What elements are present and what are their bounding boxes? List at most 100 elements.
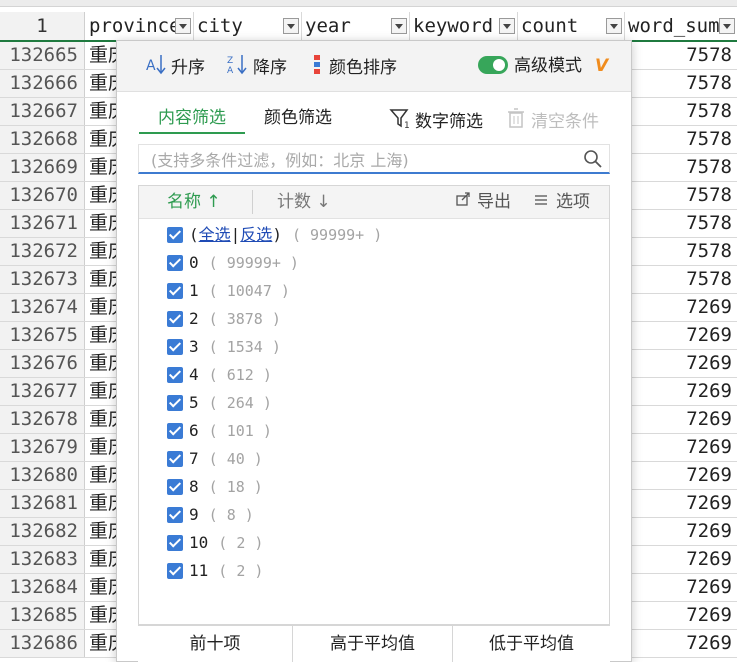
word-sum-cell[interactable]: 7269 bbox=[625, 434, 737, 461]
word-sum-cell[interactable]: 7578 bbox=[625, 42, 737, 69]
row-number[interactable]: 132682 bbox=[0, 518, 85, 545]
word-sum-cell[interactable]: 7578 bbox=[625, 210, 737, 237]
item-checkbox[interactable] bbox=[167, 366, 183, 383]
sort-by-count-button[interactable]: 计数 ↓ bbox=[277, 189, 331, 215]
above-average-button[interactable]: 高于平均值 bbox=[293, 626, 453, 662]
word-sum-cell[interactable]: 7578 bbox=[625, 154, 737, 181]
word-sum-cell[interactable]: 7269 bbox=[625, 518, 737, 545]
list-item[interactable]: 2 ( 3878 ) bbox=[167, 307, 281, 331]
filter-dropdown-icon[interactable] bbox=[283, 18, 299, 34]
word-sum-cell[interactable]: 7269 bbox=[625, 462, 737, 489]
word-sum-cell[interactable]: 7578 bbox=[625, 98, 737, 125]
row-number[interactable]: 132671 bbox=[0, 210, 85, 237]
list-item[interactable]: 4 ( 612 ) bbox=[167, 363, 272, 387]
word-sum-cell[interactable]: 7269 bbox=[625, 574, 737, 601]
item-checkbox[interactable] bbox=[167, 254, 183, 271]
filter-dropdown-icon[interactable] bbox=[175, 18, 191, 34]
item-checkbox[interactable] bbox=[167, 534, 183, 551]
list-item[interactable]: 0 ( 99999+ ) bbox=[167, 251, 299, 275]
word-sum-cell[interactable]: 7269 bbox=[625, 378, 737, 405]
item-checkbox[interactable] bbox=[167, 422, 183, 439]
row-number[interactable]: 132666 bbox=[0, 70, 85, 97]
filter-search-input[interactable] bbox=[149, 147, 583, 173]
row-number[interactable]: 132680 bbox=[0, 462, 85, 489]
row-number[interactable]: 132675 bbox=[0, 322, 85, 349]
word-sum-cell[interactable]: 7269 bbox=[625, 406, 737, 433]
header-cell-word-sum[interactable]: word_sum bbox=[625, 12, 737, 40]
sort-by-name-button[interactable]: 名称 ↑ bbox=[167, 189, 221, 215]
row-number[interactable]: 132668 bbox=[0, 126, 85, 153]
list-item[interactable]: 6 ( 101 ) bbox=[167, 419, 272, 443]
row-number[interactable]: 132674 bbox=[0, 294, 85, 321]
item-checkbox[interactable] bbox=[167, 506, 183, 523]
item-checkbox[interactable] bbox=[167, 282, 183, 299]
word-sum-cell[interactable]: 7269 bbox=[625, 630, 737, 657]
row-number[interactable]: 132685 bbox=[0, 602, 85, 629]
row-number[interactable]: 132670 bbox=[0, 182, 85, 209]
word-sum-cell[interactable]: 7578 bbox=[625, 126, 737, 153]
list-item[interactable]: 8 ( 18 ) bbox=[167, 475, 263, 499]
row-number[interactable]: 132669 bbox=[0, 154, 85, 181]
advanced-mode-toggle[interactable] bbox=[478, 56, 508, 74]
top-ten-button[interactable]: 前十项 bbox=[138, 626, 293, 662]
item-checkbox[interactable] bbox=[167, 394, 183, 411]
word-sum-cell[interactable]: 7269 bbox=[625, 294, 737, 321]
sort-desc-button[interactable]: ZA 降序 bbox=[227, 53, 287, 79]
word-sum-cell[interactable]: 7269 bbox=[625, 490, 737, 517]
row-number[interactable]: 132683 bbox=[0, 546, 85, 573]
row-number[interactable]: 132672 bbox=[0, 238, 85, 265]
select-all-checkbox[interactable] bbox=[167, 226, 183, 243]
list-item[interactable]: 1 ( 10047 ) bbox=[167, 279, 290, 303]
word-sum-cell[interactable]: 7578 bbox=[625, 238, 737, 265]
header-cell-keyword[interactable]: keyword bbox=[410, 12, 518, 40]
word-sum-cell[interactable]: 7578 bbox=[625, 70, 737, 97]
word-sum-cell[interactable]: 7578 bbox=[625, 266, 737, 293]
filter-dropdown-icon[interactable] bbox=[391, 18, 407, 34]
tab-content-filter[interactable]: 内容筛选 bbox=[139, 105, 245, 134]
row-number[interactable]: 132678 bbox=[0, 406, 85, 433]
word-sum-cell[interactable]: 7269 bbox=[625, 546, 737, 573]
filter-dropdown-icon[interactable] bbox=[719, 18, 735, 34]
row-number[interactable]: 132679 bbox=[0, 434, 85, 461]
row-number[interactable]: 132677 bbox=[0, 378, 85, 405]
item-checkbox[interactable] bbox=[167, 478, 183, 495]
item-checkbox[interactable] bbox=[167, 562, 183, 579]
item-checkbox[interactable] bbox=[167, 450, 183, 467]
row-number[interactable]: 132676 bbox=[0, 350, 85, 377]
header-cell-city[interactable]: city bbox=[194, 12, 302, 40]
word-sum-cell[interactable]: 7269 bbox=[625, 322, 737, 349]
item-checkbox[interactable] bbox=[167, 310, 183, 327]
row-number[interactable]: 1 bbox=[0, 12, 85, 40]
options-button[interactable]: 选项 bbox=[534, 189, 590, 215]
row-number[interactable]: 132673 bbox=[0, 266, 85, 293]
word-sum-cell[interactable]: 7269 bbox=[625, 602, 737, 629]
filter-dropdown-icon[interactable] bbox=[606, 18, 622, 34]
row-number[interactable]: 132681 bbox=[0, 490, 85, 517]
list-item[interactable]: 11 ( 2 ) bbox=[167, 559, 263, 583]
item-checkbox[interactable] bbox=[167, 338, 183, 355]
sort-asc-button[interactable]: A 升序 bbox=[145, 53, 205, 79]
list-item[interactable]: 7 ( 40 ) bbox=[167, 447, 263, 471]
list-item[interactable]: 5 ( 264 ) bbox=[167, 391, 272, 415]
word-sum-cell[interactable]: 7269 bbox=[625, 350, 737, 377]
row-number[interactable]: 132684 bbox=[0, 574, 85, 601]
number-filter-button[interactable]: 1 数字筛选 bbox=[389, 107, 483, 137]
row-number[interactable]: 132686 bbox=[0, 630, 85, 657]
row-number[interactable]: 132667 bbox=[0, 98, 85, 125]
row-number[interactable]: 132665 bbox=[0, 42, 85, 69]
color-sort-button[interactable]: 颜色排序 bbox=[311, 53, 397, 79]
list-item[interactable]: 10 ( 2 ) bbox=[167, 531, 263, 555]
invert-selection-link[interactable]: 反选 bbox=[240, 225, 272, 244]
search-icon[interactable] bbox=[583, 149, 603, 173]
tab-color-filter[interactable]: 颜色筛选 bbox=[264, 105, 332, 131]
filter-dropdown-icon[interactable] bbox=[499, 18, 515, 34]
header-cell-year[interactable]: year bbox=[302, 12, 410, 40]
word-sum-cell[interactable]: 7578 bbox=[625, 182, 737, 209]
list-item[interactable]: 3 ( 1534 ) bbox=[167, 335, 281, 359]
below-average-button[interactable]: 低于平均值 bbox=[453, 626, 610, 662]
select-all-row[interactable]: (全选|反选) ( 99999+ ) bbox=[167, 223, 382, 247]
export-button[interactable]: 导出 bbox=[455, 189, 511, 215]
header-cell-province[interactable]: province bbox=[86, 12, 194, 40]
list-item[interactable]: 9 ( 8 ) bbox=[167, 503, 254, 527]
header-cell-count[interactable]: count bbox=[518, 12, 625, 40]
